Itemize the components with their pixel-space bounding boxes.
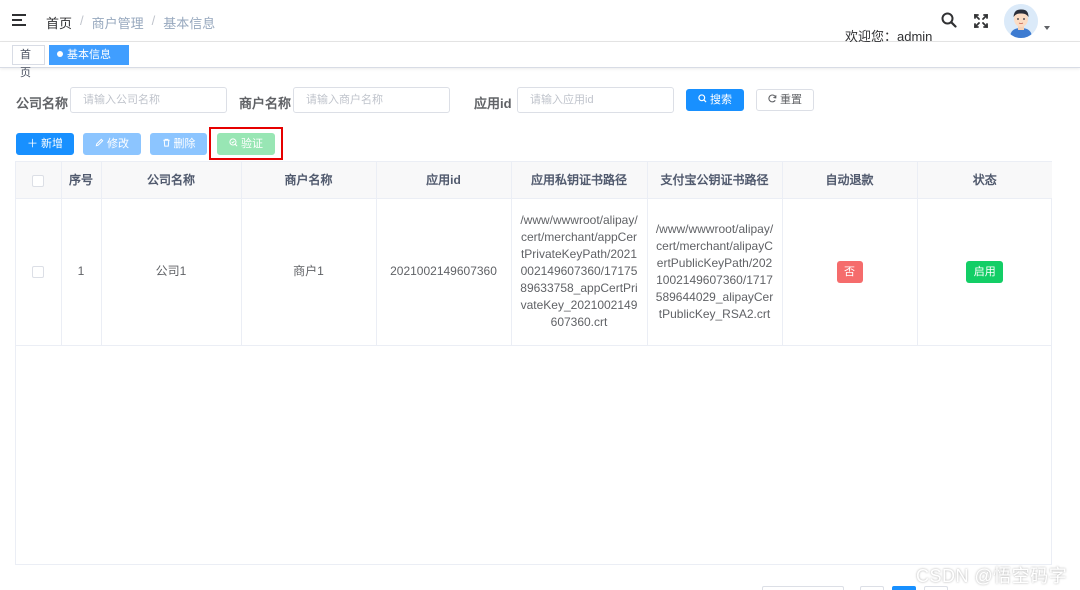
breadcrumb-separator: /: [80, 13, 84, 28]
delete-button[interactable]: 删除: [150, 133, 207, 155]
active-dot-icon: [57, 51, 63, 57]
trash-icon: [162, 134, 171, 154]
company-name-label: 公司名称: [16, 96, 69, 111]
breadcrumb-merchant-management: 商户管理: [91, 16, 144, 31]
column-header-merchant: 商户名称: [241, 162, 377, 199]
table-row[interactable]: 1 公司1 商户1 2021002149607360 /www/wwwroot/…: [16, 198, 1052, 346]
page-number-active[interactable]: [892, 586, 916, 590]
caret-down-icon[interactable]: [1044, 26, 1050, 30]
close-icon[interactable]: ×: [63, 68, 68, 78]
column-header-auto-refund: 自动退款: [782, 162, 918, 199]
column-header-index: 序号: [61, 162, 102, 199]
tags-view: 首页 基本信息 ×: [0, 42, 1080, 79]
app-id-label: 应用id: [474, 96, 512, 111]
plus-icon: ＋: [27, 138, 38, 150]
table-header-row: 序号 公司名称 商户名称 应用id 应用私钥证书路径 支付宝公钥证书路径 自动退…: [16, 162, 1052, 199]
row-select-cell: [16, 198, 62, 346]
fullscreen-icon[interactable]: [973, 13, 989, 29]
navbar: 首页 / 商户管理 / 基本信息 欢迎您：admin: [0, 0, 1080, 44]
refresh-icon: [768, 90, 777, 110]
tag-basic-info-label: 基本信息: [67, 49, 111, 61]
reset-button-label: 重置: [780, 94, 802, 106]
add-button-label: 新增: [41, 138, 63, 150]
page-scrollbar[interactable]: [1070, 42, 1080, 590]
breadcrumb-basic-info: 基本信息: [163, 16, 216, 31]
cell-status: 启用: [917, 198, 1052, 346]
edit-button[interactable]: 修改: [83, 133, 141, 155]
cell-merchant: 商户1: [241, 198, 377, 346]
edit-button-label: 修改: [107, 138, 129, 150]
avatar-illustration-icon: [1004, 4, 1038, 38]
company-name-input[interactable]: [70, 87, 227, 113]
cell-index: 1: [61, 198, 102, 346]
select-all-cell: [16, 162, 62, 199]
tag-basic-info[interactable]: 基本信息 ×: [49, 45, 129, 78]
page-size-select[interactable]: [762, 586, 844, 590]
cell-app-id: 2021002149607360: [376, 198, 512, 346]
breadcrumb-home[interactable]: 首页: [46, 13, 72, 32]
column-header-app-id: 应用id: [376, 162, 512, 199]
row-checkbox[interactable]: [32, 265, 45, 278]
highlight-annotation-box: [209, 127, 283, 160]
prev-page-button[interactable]: [860, 586, 884, 590]
watermark-text: CSDN @悟空码字: [916, 566, 1068, 586]
merchant-name-label: 商户名称: [239, 96, 292, 111]
hamburger-menu-icon[interactable]: [12, 14, 26, 26]
search-button-label: 搜索: [710, 94, 732, 106]
column-header-private-key-path: 应用私钥证书路径: [511, 162, 648, 199]
auto-refund-badge: 否: [836, 260, 863, 283]
avatar[interactable]: [1004, 4, 1038, 38]
breadcrumb-separator: /: [151, 13, 156, 28]
search-button[interactable]: 搜索: [686, 89, 744, 111]
cell-private-key-path: /www/wwwroot/alipay/cert/merchant/appCer…: [511, 198, 648, 346]
status-badge: 启用: [966, 260, 1004, 283]
delete-button-label: 删除: [173, 138, 196, 150]
tag-home-label: 首页: [20, 49, 31, 79]
select-all-checkbox[interactable]: [32, 174, 45, 187]
edit-icon: [95, 134, 104, 154]
search-icon[interactable]: [941, 12, 957, 28]
search-icon: [698, 90, 707, 110]
merchant-name-input[interactable]: [293, 87, 450, 113]
column-header-company: 公司名称: [101, 162, 242, 199]
reset-button[interactable]: 重置: [756, 89, 814, 111]
column-header-public-key-path: 支付宝公钥证书路径: [647, 162, 783, 199]
data-table: 序号 公司名称 商户名称 应用id 应用私钥证书路径 支付宝公钥证书路径 自动退…: [15, 161, 1052, 565]
cell-public-key-path: /www/wwwroot/alipay/cert/merchant/alipay…: [647, 198, 783, 346]
add-button[interactable]: ＋新增: [16, 133, 74, 155]
app-id-input[interactable]: [517, 87, 674, 113]
breadcrumb: 首页 / 商户管理 / 基本信息: [46, 13, 215, 32]
tag-home[interactable]: 首页: [12, 45, 45, 79]
cell-auto-refund: 否: [782, 198, 918, 346]
cell-company: 公司1: [101, 198, 242, 346]
column-header-status: 状态: [917, 162, 1052, 199]
